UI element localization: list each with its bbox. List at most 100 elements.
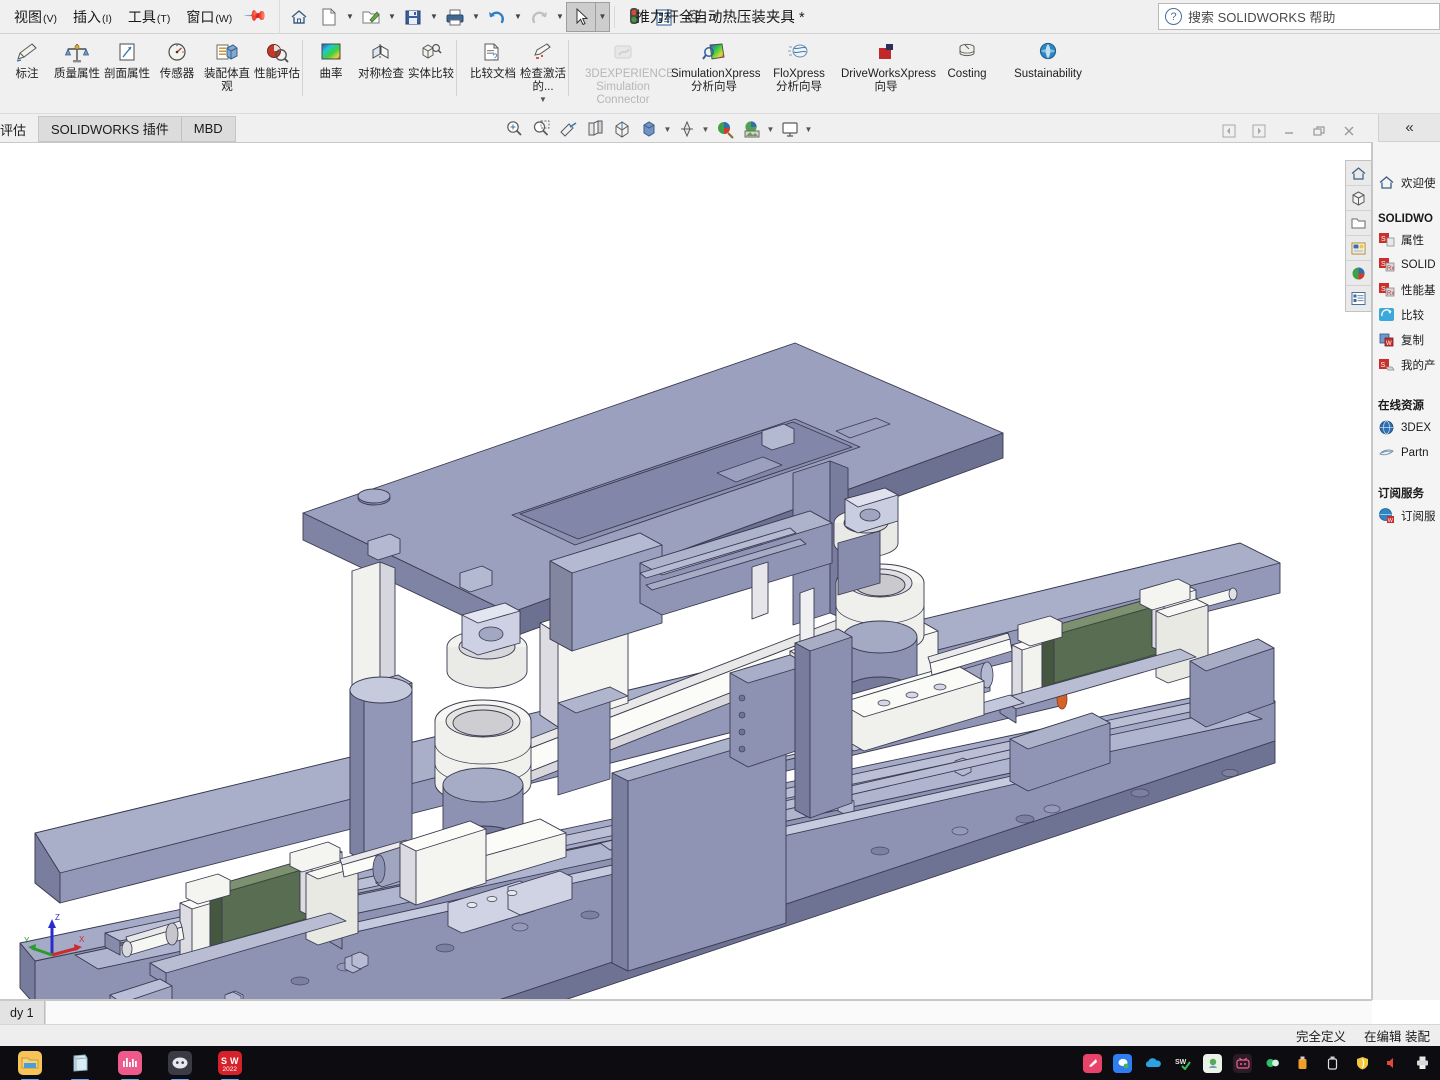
ribbon-button-sensor[interactable]: 传感器 [152,36,202,98]
ribbon-button-driveworksxpress[interactable]: DriveWorksXpress 向导 [836,36,936,98]
menu-view[interactable]: 视图 (V) [6,3,65,31]
previous-window-button[interactable] [1216,118,1242,144]
scene-backdrop-caret[interactable]: ▼ [765,116,776,142]
taskbar-notepad[interactable] [68,1051,92,1080]
minimize-button[interactable] [1276,118,1302,144]
tab-mbd[interactable]: MBD [182,117,235,141]
section-view-button[interactable] [554,116,581,142]
ribbon-button-performance-evaluation[interactable]: 性能评估 [252,36,302,98]
rail-item-design-library[interactable] [1346,186,1371,211]
ribbon-button-simulationxpress[interactable]: SimulationXpress 分析向导 [666,36,762,98]
tray-printer[interactable] [1413,1054,1432,1073]
tray-red-app[interactable] [1083,1053,1102,1073]
open-caret[interactable]: ▼ [386,3,398,31]
print-button[interactable] [440,2,470,32]
appearances-button[interactable] [711,116,738,142]
tray-usb-white[interactable] [1323,1054,1342,1073]
display-monitor-caret[interactable]: ▼ [803,116,814,142]
tray-green-pill[interactable] [1263,1054,1282,1073]
save-caret[interactable]: ▼ [428,3,440,31]
task-pane-item-compare[interactable]: 比较 [1373,302,1440,327]
task-pane-item-subscription[interactable]: W 订阅服 [1373,503,1440,528]
select-tool-caret[interactable]: ▼ [595,1,610,32]
tray-bilibili[interactable] [1233,1053,1252,1073]
task-pane-item-3dexperience[interactable]: 3DEX [1373,415,1440,440]
tray-shield[interactable] [1353,1054,1372,1073]
rail-item-custom-properties[interactable] [1346,286,1371,311]
ribbon-button-symmetry-check[interactable]: 对称检查 [356,36,406,98]
close-button[interactable] [1336,118,1362,144]
open-button[interactable] [356,2,386,32]
apply-scene-button[interactable] [673,116,700,142]
menu-tools[interactable]: 工具 (T) [120,3,178,31]
task-pane-item-solidworks-rx[interactable]: S Rx SOLID [1373,252,1440,277]
rail-item-sw-resources[interactable] [1346,161,1371,186]
view-orientation-button[interactable] [581,116,608,142]
help-search-placeholder: 搜索 SOLIDWORKS 帮助 [1188,10,1336,25]
graphics-viewport[interactable]: Z X Y [0,142,1372,1000]
display-monitor-button[interactable] [776,116,803,142]
ribbon-button-section-properties[interactable]: 剖面属性 [102,36,152,98]
taskbar-file-explorer[interactable] [18,1051,42,1080]
rail-item-appearances-scenes[interactable] [1346,261,1371,286]
pin-icon[interactable]: 📌 [239,0,276,35]
tab-evaluate[interactable]: 评估 [0,117,38,142]
next-window-button[interactable] [1246,118,1272,144]
task-pane-item-performance[interactable]: S Rx 性能基 [1373,277,1440,302]
tray-wechat-app[interactable] [1113,1053,1132,1073]
undo-caret[interactable]: ▼ [512,3,524,31]
ribbon-button-markup[interactable]: 标注 [2,36,52,98]
restore-button[interactable] [1306,118,1332,144]
new-document-button[interactable] [314,2,344,32]
task-pane-item-properties[interactable]: S 属性 [1373,227,1440,252]
collapse-ribbon-button[interactable]: « [1378,114,1440,142]
scene-backdrop-button[interactable] [738,116,765,142]
redo-caret[interactable]: ▼ [554,3,566,31]
task-pane-item-partner[interactable]: Partn [1373,440,1440,465]
tray-app-green-icon [1208,1058,1217,1068]
save-button[interactable] [398,2,428,32]
taskbar-solidworks-2022[interactable]: S W 2022 [218,1051,242,1080]
ribbon-button-compare-documents[interactable]: ? 比较文档 [468,36,518,98]
hide-show-items-caret[interactable]: ▼ [662,116,673,142]
tray-onedrive[interactable] [1143,1054,1162,1073]
model-tab[interactable]: dy 1 [0,1001,45,1024]
tray-usb-orange[interactable] [1293,1054,1312,1073]
new-document-caret[interactable]: ▼ [344,3,356,31]
ribbon-button-check-active-document[interactable]: 检查激活的... ▼ [518,36,568,104]
menu-insert[interactable]: 插入 (I) [65,3,120,31]
ribbon-button-costing[interactable]: Costing [936,36,998,98]
ribbon-button-mass-properties[interactable]: 质量属性 [52,36,102,98]
zoom-to-fit-button[interactable] [500,116,527,142]
hide-show-items-button[interactable] [635,116,662,142]
taskbar-music[interactable] [118,1051,142,1080]
redo-button[interactable] [524,2,554,32]
tab-solidworks-addins[interactable]: SOLIDWORKS 插件 [39,117,182,141]
rail-item-view-palette[interactable] [1346,236,1371,261]
display-style-button[interactable] [608,116,635,142]
help-search-box[interactable]: ? 搜索 SOLIDWORKS 帮助 [1158,3,1440,30]
taskbar-discord[interactable] [168,1051,192,1080]
print-caret[interactable]: ▼ [470,3,482,31]
home-button[interactable] [284,2,314,32]
rail-item-file-explorer[interactable] [1346,211,1371,236]
apply-scene-caret[interactable]: ▼ [700,116,711,142]
check-active-document-dropdown-caret[interactable]: ▼ [518,95,568,104]
menu-window[interactable]: 窗口 (W) [178,3,240,31]
task-pane-item-my-products[interactable]: S 我的产 [1373,352,1440,377]
ribbon-button-curvature[interactable]: 曲率 [306,36,356,98]
ribbon-button-solid-compare[interactable]: 实体比较 [406,36,456,98]
ribbon-button-3dexperience-simulation-connector[interactable]: 3DEXPERIENCE Simulation Connector [580,36,674,107]
select-tool-button[interactable] [565,1,596,32]
task-pane-welcome[interactable]: 欢迎使 [1373,170,1440,195]
zoom-to-area-button[interactable] [527,116,554,142]
undo-button[interactable] [482,2,512,32]
ribbon-button-assembly-visualization[interactable]: 装配体直观 [202,36,252,98]
ribbon-button-floxpress[interactable]: FloXpress 分析向导 [762,36,836,98]
task-pane-item-copy-settings[interactable]: W 复制 [1373,327,1440,352]
ribbon-button-sustainability[interactable]: Sustainability [998,36,1098,98]
tray-app-green[interactable] [1203,1053,1222,1073]
svg-text:S: S [221,1056,227,1066]
tray-volume[interactable] [1383,1054,1402,1073]
tray-solidworks-check[interactable]: SW [1173,1054,1192,1073]
